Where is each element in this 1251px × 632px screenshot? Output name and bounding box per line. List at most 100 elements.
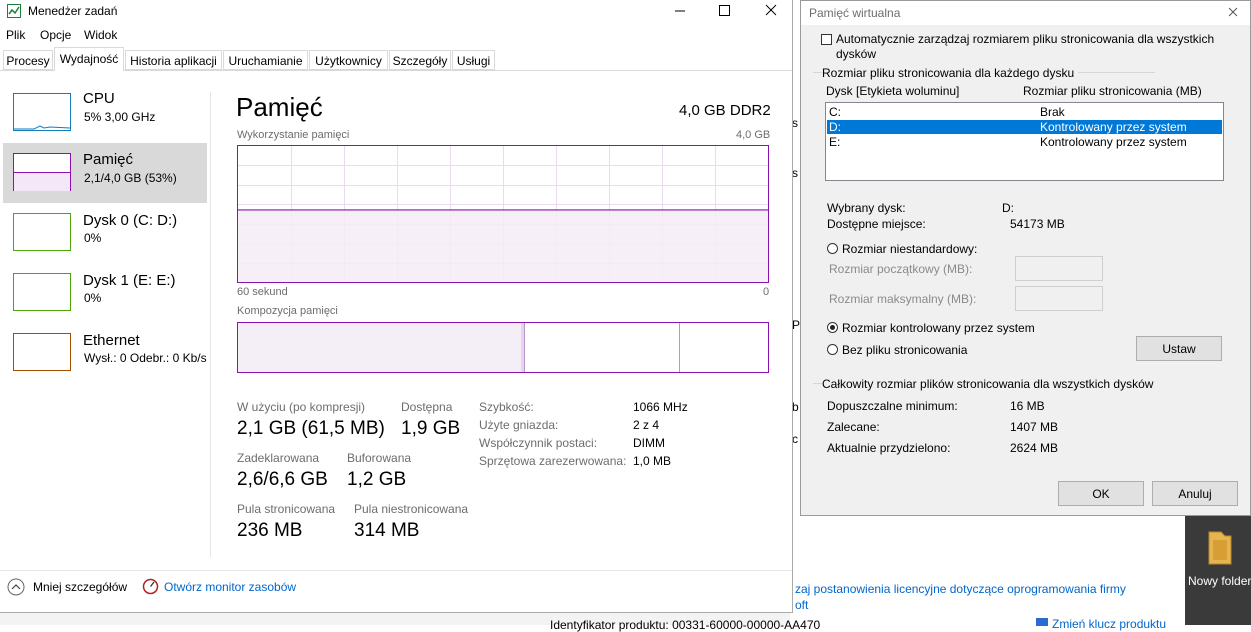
sidebar-item-memory[interactable]: Pamięć 2,1/4,0 GB (53%): [3, 143, 207, 203]
composition-in-use: [238, 323, 522, 372]
tab-performance[interactable]: Wydajność: [54, 47, 124, 71]
available-value: 1,9 GB: [401, 418, 461, 439]
detail-value: 1,0 MB: [633, 454, 672, 468]
product-id-text: Identyfikator produktu: 00331-60000-0000…: [550, 618, 821, 632]
sidebar-item-label: Pamięć: [83, 151, 134, 168]
sidebar-item-disk-0[interactable]: Dysk 0 (C: D:) 0%: [3, 204, 207, 260]
page-title: Pamięć: [236, 92, 323, 122]
tab-services[interactable]: Usługi: [452, 50, 495, 70]
max-size-input[interactable]: [1015, 286, 1103, 311]
sidebar-divider: [210, 92, 211, 557]
minimize-button[interactable]: [660, 0, 700, 22]
virtual-memory-dialog: Pamięć wirtualna Automatycznie zarządzaj…: [800, 0, 1251, 516]
ok-button[interactable]: OK: [1058, 481, 1144, 506]
system-managed-label: Rozmiar kontrolowany przez system: [842, 321, 1035, 335]
recommended-value: 1407 MB: [1010, 420, 1059, 434]
memory-graph-thumbnail: [13, 153, 71, 191]
sidebar-item-detail: Wysł.: 0 Odebr.: 0 Kb/s: [84, 351, 207, 365]
sidebar-item-ethernet[interactable]: Ethernet Wysł.: 0 Odebr.: 0 Kb/s: [3, 324, 207, 380]
set-button[interactable]: Ustaw: [1136, 336, 1222, 361]
nonpaged-pool-value: 314 MB: [354, 520, 420, 541]
tab-processes[interactable]: Procesy: [3, 50, 53, 70]
detail-value: 2 z 4: [633, 418, 660, 432]
close-button[interactable]: [750, 0, 792, 22]
paged-pool-label: Pula stronicowana: [237, 502, 336, 516]
tab-startup[interactable]: Uruchamianie: [223, 50, 308, 70]
usage-graph-max: 4,0 GB: [736, 129, 771, 141]
custom-size-label: Rozmiar niestandardowy:: [842, 242, 978, 256]
selected-drive-label: Wybrany dysk:: [827, 201, 906, 215]
drive-list[interactable]: C: Brak D: Kontrolowany przez system E: …: [825, 102, 1224, 181]
detail-value: DIMM: [633, 436, 665, 450]
dialog-title: Pamięć wirtualna: [809, 6, 901, 20]
max-size-label: Rozmiar maksymalny (MB):: [829, 292, 977, 306]
tab-users[interactable]: Użytkownicy: [309, 50, 388, 70]
change-product-key-link[interactable]: Zmień klucz produktu: [1052, 617, 1166, 631]
detail-value: 1066 MHz: [633, 400, 688, 414]
dialog-close-button[interactable]: [1221, 3, 1245, 23]
paged-pool-value: 236 MB: [237, 520, 303, 541]
tab-app-history[interactable]: Historia aplikacji: [125, 50, 222, 70]
auto-manage-checkbox[interactable]: [821, 34, 832, 45]
sidebar-item-label: Ethernet: [83, 332, 140, 349]
minimum-value: 16 MB: [1010, 399, 1045, 413]
list-item-selected[interactable]: D: Kontrolowany przez system: [827, 120, 1222, 134]
in-use-value: 2,1 GB (61,5 MB): [237, 418, 385, 439]
composition-modified: [521, 323, 525, 372]
available-label: Dostępna: [401, 400, 453, 414]
disk-1-graph-thumbnail: [13, 273, 71, 311]
license-link[interactable]: zaj postanowienia licencyjne dotyczące o…: [795, 582, 1126, 596]
disk-0-graph-thumbnail: [13, 213, 71, 251]
committed-value: 2,6/6,6 GB: [237, 469, 328, 490]
cached-label: Buforowana: [347, 451, 412, 465]
column-drive: Dysk [Etykieta woluminu]: [826, 84, 960, 98]
column-size: Rozmiar pliku stronicowania (MB): [1023, 84, 1202, 98]
allocated-label: Aktualnie przydzielono:: [827, 441, 951, 455]
window-title: Menedżer zadań: [28, 4, 118, 18]
detail-label: Współczynnik postaci:: [479, 436, 598, 450]
fewer-details-button[interactable]: Mniej szczegółów: [33, 580, 127, 594]
selected-drive-value: D:: [1002, 201, 1014, 215]
committed-label: Zadeklarowana: [237, 451, 320, 465]
menu-view[interactable]: Widok: [84, 28, 117, 42]
usage-area: [238, 209, 768, 282]
sidebar-item-cpu[interactable]: CPU 5% 3,00 GHz: [3, 84, 207, 140]
free-space-label: Dostępne miejsce:: [827, 217, 926, 231]
sidebar-item-detail: 5% 3,00 GHz: [84, 110, 156, 124]
system-managed-radio[interactable]: [827, 322, 838, 333]
usage-graph-label: Wykorzystanie pamięci: [237, 129, 350, 141]
list-item[interactable]: C: Brak: [826, 104, 1223, 119]
custom-size-radio[interactable]: [827, 243, 838, 254]
detail-label: Sprzętowa zarezerwowana:: [479, 454, 627, 468]
memory-usage-graph: [237, 145, 769, 283]
no-paging-file-radio[interactable]: [827, 344, 838, 355]
folder-icon[interactable]: [1205, 528, 1235, 566]
tab-details[interactable]: Szczegóły: [389, 50, 451, 70]
cached-value: 1,2 GB: [347, 469, 407, 490]
open-resource-monitor-link[interactable]: Otwórz monitor zasobów: [164, 580, 296, 594]
menu-file[interactable]: Plik: [6, 28, 25, 42]
cancel-button[interactable]: Anuluj: [1152, 481, 1238, 506]
auto-manage-label: Automatycznie zarządzaj rozmiarem pliku …: [836, 32, 1215, 61]
sidebar-item-label: CPU: [83, 90, 115, 107]
sidebar-item-label: Dysk 1 (E: E:): [83, 272, 176, 289]
menu-options[interactable]: Opcje: [40, 28, 71, 42]
free-space-value: 54173 MB: [1010, 217, 1065, 231]
graph-time-right: 0: [763, 286, 770, 298]
cpu-graph-thumbnail: [13, 93, 71, 131]
composition-label: Kompozycja pamięci: [237, 305, 338, 317]
detail-label: Szybkość:: [479, 400, 534, 414]
composition-standby-divider: [679, 323, 680, 372]
list-item[interactable]: E: Kontrolowany przez system: [826, 135, 1223, 150]
license-link-continued[interactable]: oft: [795, 598, 808, 612]
maximize-button[interactable]: [705, 0, 745, 22]
chevron-up-icon[interactable]: [7, 578, 25, 596]
ethernet-graph-thumbnail: [13, 333, 71, 371]
folder-label: Nowy folder: [1188, 574, 1251, 588]
sidebar-item-disk-1[interactable]: Dysk 1 (E: E:) 0%: [3, 264, 207, 320]
footer-divider: [0, 570, 792, 571]
initial-size-label: Rozmiar początkowy (MB):: [829, 262, 973, 276]
initial-size-input[interactable]: [1015, 256, 1103, 281]
detail-label: Użyte gniazda:: [479, 418, 559, 432]
resource-monitor-icon: [142, 578, 159, 595]
